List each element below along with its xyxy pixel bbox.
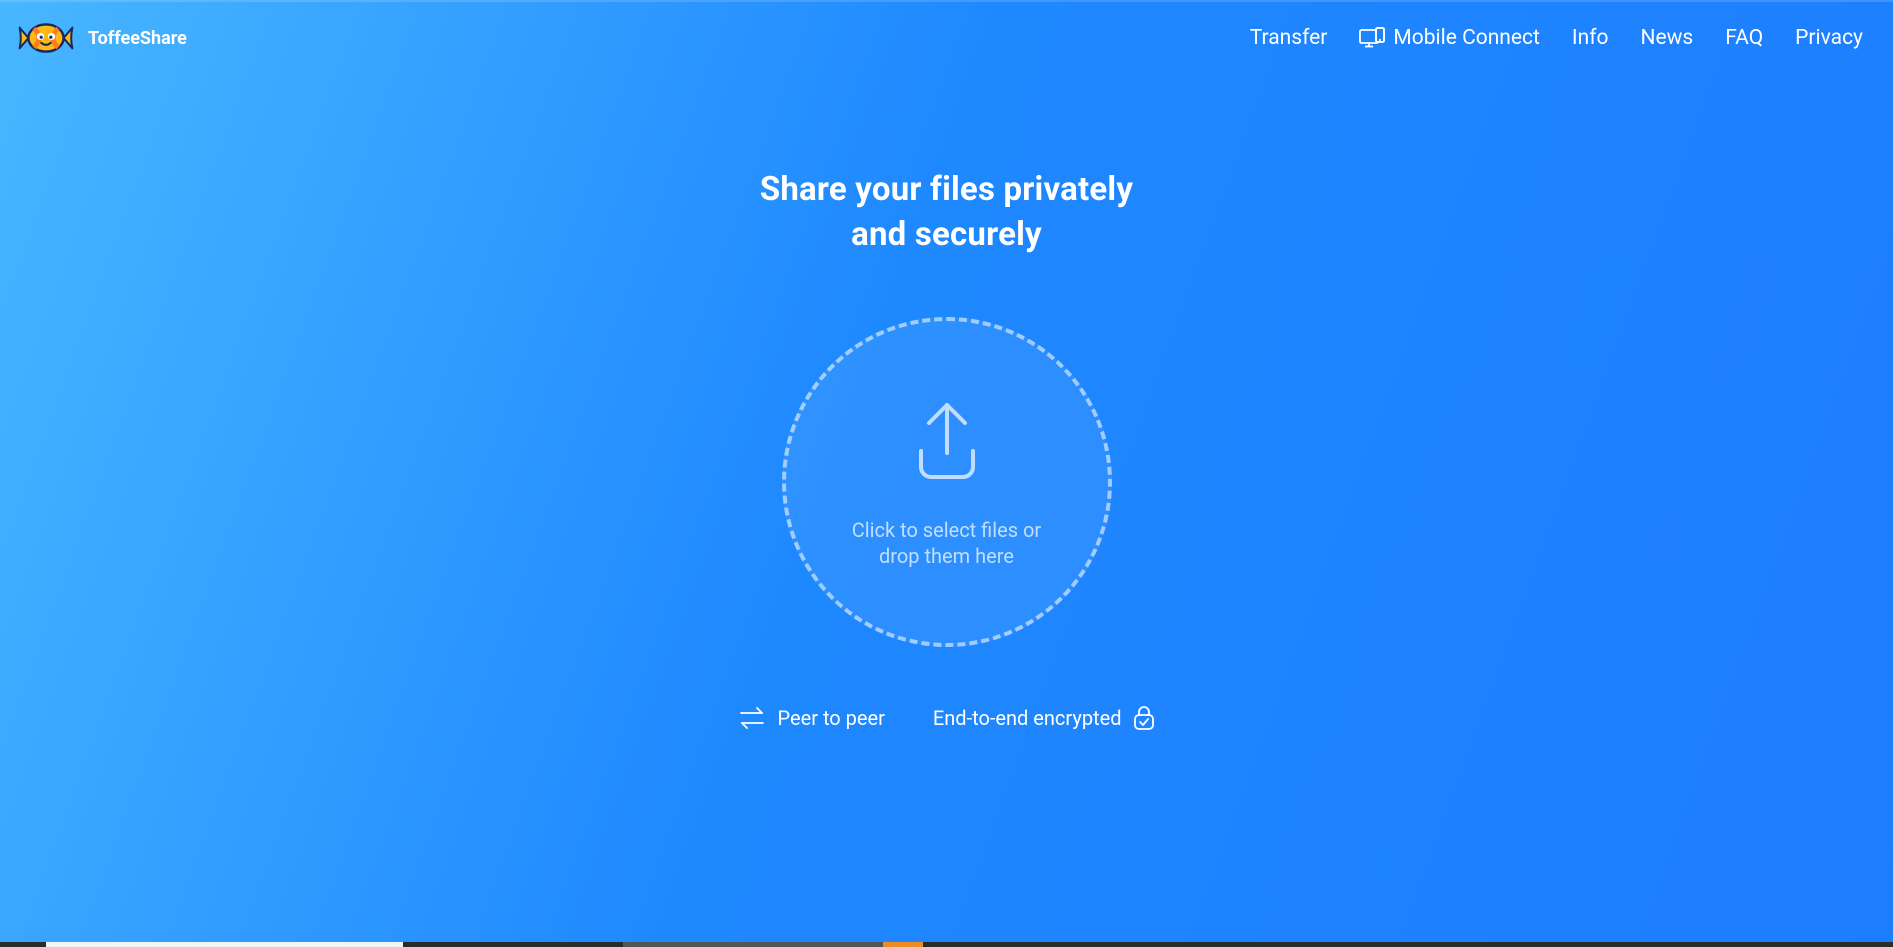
header: ToffeeShare Transfer Mobile Connect Info…: [0, 0, 1893, 58]
dropzone-wrap: Click to select files or drop them here: [0, 317, 1893, 647]
nav-transfer[interactable]: Transfer: [1250, 26, 1328, 50]
hero-line2: and securely: [851, 215, 1042, 254]
hero-title: Share your files privately and securely: [0, 168, 1893, 257]
feature-e2e-encrypted: End-to-end encrypted: [933, 705, 1156, 731]
nav-mobile-connect[interactable]: Mobile Connect: [1359, 26, 1540, 50]
swap-arrows-icon: [738, 705, 766, 731]
features-row: Peer to peer End-to-end encrypted: [0, 705, 1893, 731]
top-border: [0, 0, 1893, 2]
bottom-bar: [0, 942, 1893, 947]
feature-peer-to-peer-label: Peer to peer: [778, 706, 885, 730]
lock-icon: [1133, 705, 1155, 731]
devices-icon: [1359, 27, 1385, 49]
feature-e2e-encrypted-label: End-to-end encrypted: [933, 706, 1122, 730]
nav-news[interactable]: News: [1641, 26, 1694, 50]
feature-peer-to-peer: Peer to peer: [738, 705, 885, 731]
nav-info[interactable]: Info: [1572, 26, 1609, 50]
upload-icon: [901, 395, 993, 487]
site-name: ToffeeShare: [88, 28, 187, 49]
nav-privacy[interactable]: Privacy: [1795, 26, 1863, 50]
nav: Transfer Mobile Connect Info News FAQ Pr…: [1250, 26, 1863, 50]
nav-mobile-connect-label: Mobile Connect: [1393, 26, 1540, 50]
hero: Share your files privately and securely: [0, 168, 1893, 257]
brand[interactable]: ToffeeShare: [18, 18, 187, 58]
nav-faq[interactable]: FAQ: [1725, 26, 1763, 50]
file-dropzone[interactable]: Click to select files or drop them here: [782, 317, 1112, 647]
candy-logo-icon: [18, 18, 74, 58]
dropzone-text: Click to select files or drop them here: [847, 517, 1047, 569]
hero-line1: Share your files privately: [760, 170, 1133, 209]
